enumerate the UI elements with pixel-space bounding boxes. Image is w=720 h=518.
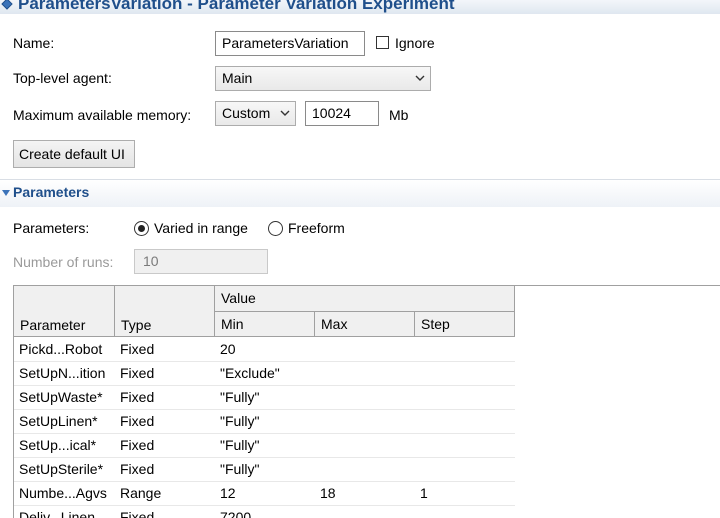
- chevron-down-icon: [415, 75, 425, 81]
- type-cell[interactable]: Fixed: [115, 458, 219, 481]
- min-cell[interactable]: "Fully": [215, 458, 319, 481]
- parameters-table[interactable]: Parameter Type Value Min Max Step Pickd.…: [13, 285, 720, 518]
- min-cell[interactable]: "Fully": [215, 386, 319, 409]
- table-row[interactable]: SetUpN...ition Fixed "Exclude": [14, 362, 515, 386]
- parameter-cell[interactable]: SetUp...ical*: [14, 434, 119, 457]
- number-of-runs-label: Number of runs:: [13, 254, 114, 270]
- ignore-checkbox[interactable]: [376, 36, 389, 49]
- table-row[interactable]: SetUpSterile* Fixed "Fully": [14, 458, 515, 482]
- ignore-label: Ignore: [395, 35, 435, 51]
- column-header-value: Value: [215, 286, 515, 312]
- editor-title: ParametersVariation - Parameter Variatio…: [18, 0, 455, 13]
- table-row[interactable]: SetUp...ical* Fixed "Fully": [14, 434, 515, 458]
- min-cell[interactable]: 7200: [215, 506, 319, 518]
- freeform-label: Freeform: [288, 220, 345, 236]
- memory-unit-label: Mb: [389, 107, 409, 123]
- type-cell[interactable]: Range: [115, 482, 219, 505]
- parameter-cell[interactable]: Deliv...Linen: [14, 506, 119, 518]
- experiment-icon: [1, 0, 13, 10]
- parameter-cell[interactable]: Numbe...Agvs: [14, 482, 119, 505]
- top-level-agent-value: Main: [222, 70, 253, 86]
- editor-title-bar: ParametersVariation - Parameter Variatio…: [0, 0, 720, 14]
- min-cell[interactable]: "Fully": [215, 434, 319, 457]
- varied-in-range-label: Varied in range: [154, 220, 248, 236]
- table-row[interactable]: Pickd...Robot Fixed 20: [14, 338, 515, 362]
- type-cell[interactable]: Fixed: [115, 506, 219, 518]
- name-label: Name:: [13, 35, 55, 51]
- type-cell[interactable]: Fixed: [115, 410, 219, 433]
- parameters-section-header[interactable]: Parameters: [0, 179, 720, 207]
- varied-in-range-radio[interactable]: [134, 221, 149, 236]
- name-input[interactable]: ParametersVariation: [215, 31, 365, 56]
- min-cell[interactable]: "Fully": [215, 410, 319, 433]
- column-header-step[interactable]: Step: [415, 312, 515, 337]
- parameter-cell[interactable]: Pickd...Robot: [14, 338, 119, 361]
- top-level-agent-label: Top-level agent:: [13, 70, 112, 86]
- memory-mode-select[interactable]: Custom: [215, 101, 296, 126]
- max-memory-label: Maximum available memory:: [13, 107, 192, 123]
- freeform-radio[interactable]: [268, 221, 283, 236]
- column-header-max[interactable]: Max: [315, 312, 415, 337]
- type-cell[interactable]: Fixed: [115, 338, 219, 361]
- table-row[interactable]: SetUpLinen* Fixed "Fully": [14, 410, 515, 434]
- chevron-down-icon: [280, 110, 290, 116]
- parameter-cell[interactable]: SetUpSterile*: [14, 458, 119, 481]
- top-level-agent-select[interactable]: Main: [215, 66, 431, 91]
- parameter-cell[interactable]: SetUpLinen*: [14, 410, 119, 433]
- table-row[interactable]: SetUpWaste* Fixed "Fully": [14, 386, 515, 410]
- column-header-min[interactable]: Min: [215, 312, 315, 337]
- type-cell[interactable]: Fixed: [115, 434, 219, 457]
- min-cell[interactable]: "Exclude": [215, 362, 319, 385]
- parameter-cell[interactable]: SetUpWaste*: [14, 386, 119, 409]
- column-header-parameter[interactable]: Parameter: [14, 286, 115, 337]
- number-of-runs-field: 10: [134, 249, 268, 274]
- create-default-ui-button[interactable]: Create default UI: [13, 140, 135, 168]
- min-cell[interactable]: 20: [215, 338, 319, 361]
- type-cell[interactable]: Fixed: [115, 386, 219, 409]
- parameters-section-title: Parameters: [13, 184, 90, 200]
- memory-input[interactable]: 10024: [305, 101, 379, 126]
- column-header-type[interactable]: Type: [115, 286, 215, 337]
- table-row[interactable]: Numbe...Agvs Range 12 18 1: [14, 482, 515, 506]
- collapse-triangle-icon: [2, 190, 10, 196]
- min-cell[interactable]: 12: [215, 482, 319, 505]
- parameter-cell[interactable]: SetUpN...ition: [14, 362, 119, 385]
- type-cell[interactable]: Fixed: [115, 362, 219, 385]
- table-row[interactable]: Deliv...Linen Fixed 7200: [14, 506, 515, 518]
- max-cell[interactable]: 18: [315, 482, 419, 505]
- step-cell[interactable]: 1: [415, 482, 519, 505]
- parameters-mode-label: Parameters:: [13, 220, 90, 236]
- memory-mode-value: Custom: [222, 105, 271, 121]
